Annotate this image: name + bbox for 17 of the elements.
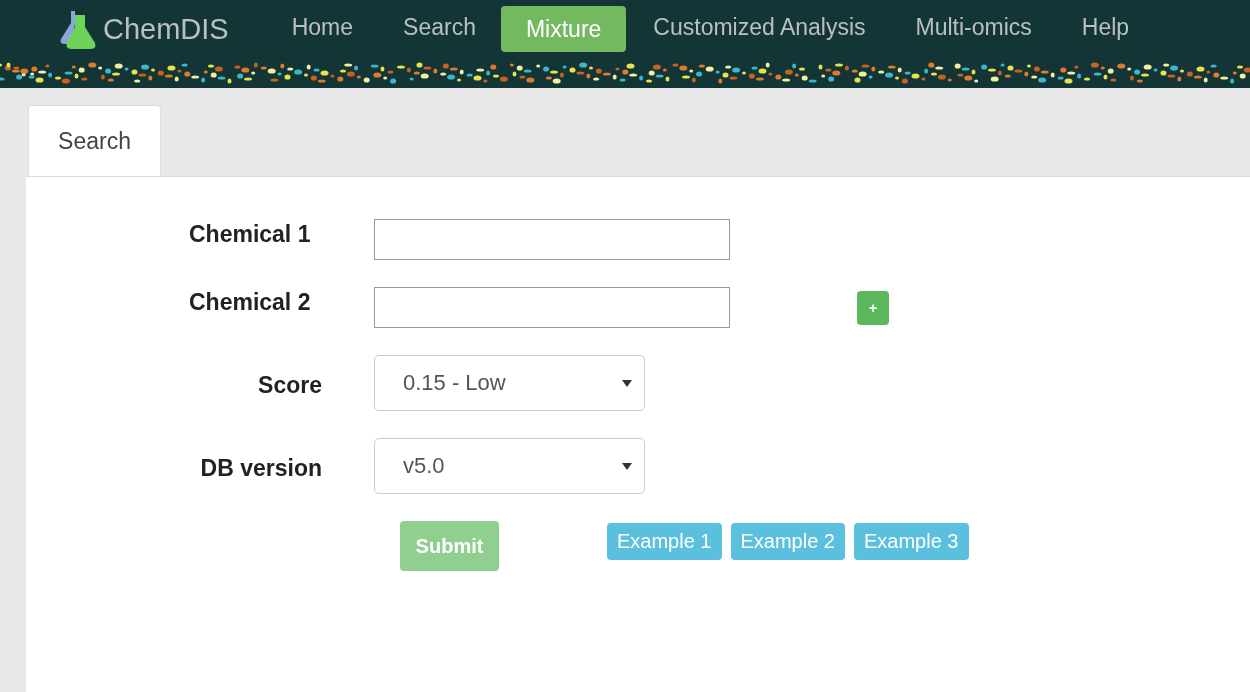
nav-link[interactable]: Help [1056,0,1155,55]
field-label: Chemical 2 [189,288,312,316]
nav-link[interactable]: Search [378,0,501,55]
select-field[interactable]: 0.15 - Low [374,355,645,411]
brand-name[interactable]: ChemDIS [103,12,229,46]
field-label: DB version [199,454,322,482]
nav-link[interactable]: Customized Analysis [628,0,891,55]
nav-link[interactable]: Home [266,0,379,55]
tab[interactable]: Search [28,105,161,177]
nav-link[interactable]: Multi-omics [890,0,1057,55]
dropdown-caret-icon [622,462,632,470]
field-label: Score [257,371,322,399]
text-input-field[interactable] [374,287,730,328]
field-label: Chemical 1 [189,220,312,248]
dropdown-caret-icon [622,379,632,387]
text-input-field[interactable] [374,219,730,260]
select-field[interactable]: v5.0 [374,438,645,494]
